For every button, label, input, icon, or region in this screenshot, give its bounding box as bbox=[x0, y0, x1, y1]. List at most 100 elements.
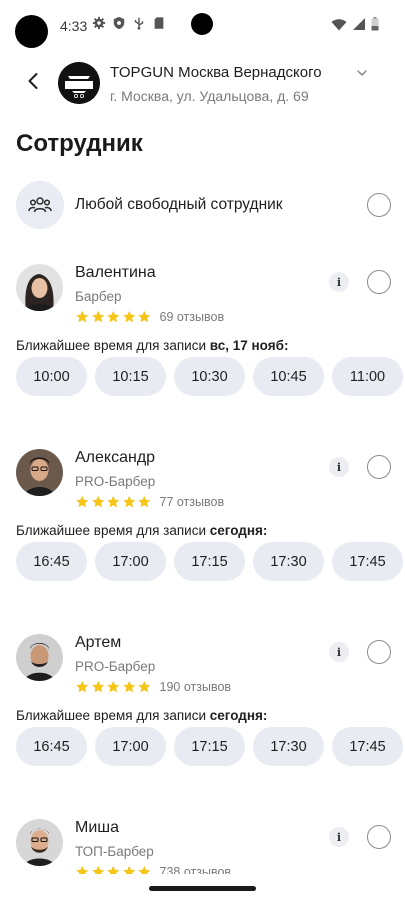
star-icon bbox=[138, 865, 151, 874]
time-slot-button[interactable]: 10:00 bbox=[16, 357, 87, 396]
employee-role: PRO-Барбер bbox=[75, 474, 156, 489]
employee-name: Миша bbox=[75, 819, 119, 836]
star-icon bbox=[107, 310, 120, 323]
employee-role: Барбер bbox=[75, 289, 122, 304]
star-icon bbox=[76, 865, 89, 874]
topgun-logo bbox=[58, 62, 100, 104]
status-bar: 4:33 bbox=[0, 0, 405, 50]
nearest-day: сегодня: bbox=[209, 708, 268, 723]
signal-icon bbox=[353, 18, 365, 30]
status-right-icons bbox=[331, 17, 379, 31]
reviews-count[interactable]: 738 отзывов bbox=[160, 865, 232, 874]
avatar bbox=[16, 819, 63, 866]
info-button[interactable]: i bbox=[329, 272, 349, 292]
employee-rating: 190 отзывов bbox=[75, 679, 231, 695]
info-button[interactable]: i bbox=[329, 642, 349, 662]
time-slot-button[interactable]: 10:30 bbox=[174, 357, 245, 396]
nearest-day: сегодня: bbox=[209, 523, 268, 538]
star-icon bbox=[76, 680, 89, 693]
employee-card[interactable]: Миша ТОП-Барбер 738 отзывов i bbox=[0, 819, 405, 874]
employee-rating: 738 отзывов bbox=[75, 864, 231, 874]
camera-cutout-center bbox=[191, 13, 213, 35]
star-icon bbox=[122, 310, 135, 323]
star-icon bbox=[138, 310, 151, 323]
any-employee-avatar bbox=[16, 181, 64, 229]
chevron-down-icon[interactable] bbox=[355, 66, 369, 80]
employee-radio[interactable] bbox=[367, 825, 391, 849]
star-icon bbox=[91, 495, 104, 508]
time-slot-button[interactable]: 17:15 bbox=[174, 542, 245, 581]
time-slot-button[interactable]: 17:00 bbox=[95, 542, 166, 581]
star-rating bbox=[75, 865, 152, 874]
time-slots: 16:45 17:00 17:15 17:30 17:45 bbox=[16, 727, 403, 766]
info-button[interactable]: i bbox=[329, 457, 349, 477]
time-slot-button[interactable]: 11:00 bbox=[332, 357, 403, 396]
any-employee-radio[interactable] bbox=[367, 193, 391, 217]
salon-logo bbox=[58, 62, 100, 104]
star-rating bbox=[75, 680, 152, 694]
star-icon bbox=[91, 865, 104, 874]
back-button[interactable] bbox=[20, 68, 46, 94]
avatar bbox=[16, 449, 63, 496]
time-slot-button[interactable]: 16:45 bbox=[16, 542, 87, 581]
star-rating bbox=[75, 495, 152, 509]
reviews-count[interactable]: 77 отзывов bbox=[160, 495, 225, 509]
time-slots: 10:00 10:15 10:30 10:45 11:00 bbox=[16, 357, 403, 396]
employee-name: Валентина bbox=[75, 264, 156, 281]
star-icon bbox=[91, 310, 104, 323]
star-icon bbox=[122, 865, 135, 874]
employee-radio[interactable] bbox=[367, 455, 391, 479]
time-slot-button[interactable]: 16:45 bbox=[16, 727, 87, 766]
battery-icon bbox=[371, 17, 379, 31]
employee-photo bbox=[16, 819, 63, 866]
employee-radio[interactable] bbox=[367, 640, 391, 664]
time-slots: 16:45 17:00 17:15 17:30 17:45 bbox=[16, 542, 403, 581]
avatar bbox=[16, 634, 63, 681]
nearest-day: вс, 17 нояб: bbox=[209, 338, 289, 353]
employee-radio[interactable] bbox=[367, 270, 391, 294]
wifi-icon bbox=[331, 18, 347, 30]
star-icon bbox=[138, 495, 151, 508]
star-icon bbox=[107, 680, 120, 693]
star-icon bbox=[91, 680, 104, 693]
employee-role: PRO-Барбер bbox=[75, 659, 156, 674]
avatar bbox=[16, 264, 63, 311]
employee-role: ТОП-Барбер bbox=[75, 844, 154, 859]
any-employee-option[interactable]: Любой свободный сотрудник bbox=[16, 181, 391, 229]
usb-icon bbox=[134, 17, 144, 30]
status-icons bbox=[92, 16, 166, 30]
time-slot-button[interactable]: 17:15 bbox=[174, 727, 245, 766]
time-slot-button[interactable]: 17:30 bbox=[253, 542, 324, 581]
salon-name[interactable]: TOPGUN Москва Вернадского bbox=[110, 64, 322, 81]
time-slot-button[interactable]: 10:45 bbox=[253, 357, 324, 396]
time-slot-button[interactable]: 17:45 bbox=[332, 542, 403, 581]
salon-address: г. Москва, ул. Удальцова, д. 69 bbox=[110, 88, 309, 104]
reviews-count[interactable]: 190 отзывов bbox=[160, 680, 232, 694]
time-slot-button[interactable]: 17:00 bbox=[95, 727, 166, 766]
star-icon bbox=[138, 680, 151, 693]
salon-header: TOPGUN Москва Вернадского г. Москва, ул.… bbox=[0, 58, 405, 108]
employee-photo bbox=[16, 449, 63, 496]
nearest-time-label: Ближайшее время для записи вс, 17 нояб: bbox=[16, 338, 289, 353]
reviews-count[interactable]: 69 отзывов bbox=[160, 310, 225, 324]
info-button[interactable]: i bbox=[329, 827, 349, 847]
employee-photo bbox=[16, 634, 63, 681]
home-indicator[interactable] bbox=[149, 886, 256, 891]
star-icon bbox=[76, 310, 89, 323]
any-employee-label: Любой свободный сотрудник bbox=[75, 196, 283, 213]
sd-card-icon bbox=[154, 17, 164, 29]
star-icon bbox=[122, 680, 135, 693]
star-icon bbox=[107, 495, 120, 508]
status-time: 4:33 bbox=[60, 18, 88, 34]
star-icon bbox=[107, 865, 120, 874]
time-slot-button[interactable]: 17:45 bbox=[332, 727, 403, 766]
time-slot-button[interactable]: 17:30 bbox=[253, 727, 324, 766]
page-title: Сотрудник bbox=[16, 130, 143, 157]
star-icon bbox=[122, 495, 135, 508]
people-group-icon bbox=[28, 197, 52, 213]
camera-cutout bbox=[15, 15, 48, 48]
employee-rating: 77 отзывов bbox=[75, 494, 224, 510]
employee-photo bbox=[16, 264, 63, 311]
time-slot-button[interactable]: 10:15 bbox=[95, 357, 166, 396]
employee-name: Александр bbox=[75, 449, 156, 466]
